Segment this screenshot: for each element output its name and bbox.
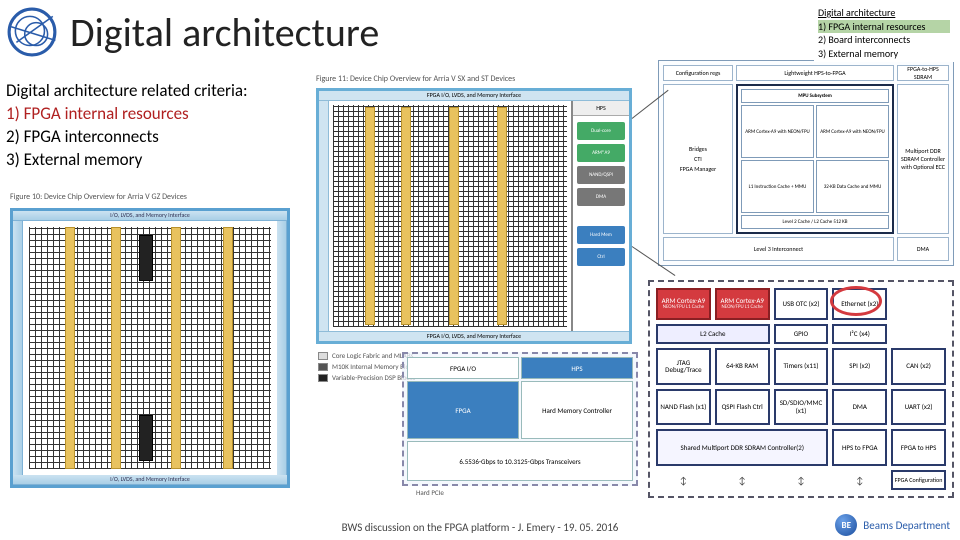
- mpu-l1d: 32-KB Data Cache and MMU: [816, 160, 889, 213]
- criteria-item-3: 3) External memory: [6, 149, 248, 172]
- hps-ram64: 64-KB RAM: [715, 348, 770, 385]
- hps-blk-6: Ctrl: [577, 248, 625, 266]
- toc-item-1: 1) FPGA internal resources: [818, 20, 950, 34]
- mpu-cfg: Configuration regs: [663, 65, 733, 81]
- title-bar: Digital architecture: [6, 6, 954, 58]
- hps-small-fpga-io: FPGA I/O: [407, 357, 519, 379]
- criteria-heading: Digital architecture related criteria:: [6, 80, 248, 103]
- mpu-dma: DMA: [897, 237, 949, 261]
- criteria-item-2: 2) FPGA interconnects: [6, 126, 248, 149]
- fig10-xcvr-right: [277, 221, 287, 475]
- hps-sdsdio: SD/SDIO/MMC (x1): [774, 389, 829, 426]
- hps-small-hps: HPS: [521, 357, 633, 379]
- be-badge-icon: BE: [835, 514, 857, 536]
- fig10-core: [23, 221, 277, 475]
- mpu-l3: Level 3 Interconnect: [663, 237, 894, 261]
- mpu-h2f-lw: Lightweight HPS-to-FPGA: [736, 65, 894, 81]
- hps-spi: SPI (x2): [832, 348, 887, 385]
- hps-usb: USB OTC (x2): [774, 288, 829, 320]
- hps-small-pcie: Hard PCIe: [416, 488, 444, 497]
- fig10-chip-diagram: I/O, LVDS, and Memory Interface I/O, LVD…: [10, 208, 290, 488]
- arrow-icon: ↕: [656, 470, 711, 490]
- hps-cortex-a: ARM Cortex-A9NEON/FPU L1 Cache: [656, 288, 711, 320]
- hps-blk-2: ARM®A9: [577, 144, 625, 162]
- hps-blk-1: Dual-core: [577, 122, 625, 140]
- hps-qspi: QSPI Flash Ctrl: [715, 389, 770, 426]
- hps-dma: DMA: [832, 389, 887, 426]
- hps-timers: Timers (x11): [774, 348, 829, 385]
- hps-small-xcvr: 6.5536-Gbps to 10.3125-Gbps Transceivers: [407, 441, 633, 481]
- hps-blk-3: NAND/QSPI: [577, 166, 625, 184]
- arrow-icon: ↕: [774, 470, 829, 490]
- fig11-io-bottom: FPGA I/O, LVDS, and Memory Interface: [319, 331, 629, 341]
- fig10-xcvr-left: [13, 221, 23, 475]
- hps-callout-small: FPGA I/O HPS FPGA Hard Memory Controller…: [402, 352, 638, 486]
- hps-f2cfg: FPGA Configuration: [891, 470, 946, 490]
- hps-can: CAN (x2): [891, 348, 946, 385]
- be-dept-label: Beams Department: [863, 519, 950, 532]
- hps-smc: Shared Multiport DDR SDRAM Controller(2): [656, 429, 828, 466]
- hps-cortex-b: ARM Cortex-A9NEON/FPU L1 Cache: [715, 288, 770, 320]
- mpu-l1i: L1 Instruction Cache + MMU: [741, 160, 814, 213]
- hps-eth: Ethernet (x2): [832, 288, 887, 320]
- fig11-chip-diagram: FPGA I/O, LVDS, and Memory Interface HPS…: [316, 88, 632, 344]
- mpu-l2: Level 2 Cache / L2 Cache 512 KB: [741, 215, 889, 229]
- fig10-caption: Figure 10: Device Chip Overview for Arri…: [10, 192, 187, 202]
- toc-item-2: 2) Board interconnects: [818, 33, 950, 47]
- hps-gpio: GPIO: [774, 324, 829, 344]
- fig11-caption: Figure 11: Device Chip Overview for Arri…: [316, 74, 515, 84]
- mpu-mport: Multiport DDR SDRAM Controller with Opti…: [897, 84, 949, 234]
- fig11-xcvr-left: [319, 101, 329, 331]
- fig11-hps-column: HPS Dual-core ARM®A9 NAND/QSPI DMA Hard …: [571, 101, 629, 331]
- toc-box: Digital architecture 1) FPGA internal re…: [814, 4, 954, 62]
- toc-item-3: 3) External memory: [818, 47, 950, 61]
- footer-text: BWS discussion on the FPGA platform - J.…: [0, 521, 960, 534]
- toc-title: Digital architecture: [818, 6, 950, 20]
- page-title: Digital architecture: [70, 8, 379, 57]
- fig10-io-bottom: I/O, LVDS, and Memory Interface: [13, 475, 287, 485]
- hps-h2f: HPS to FPGA: [832, 429, 887, 466]
- mpu-f2sdram: FPGA-to-HPS SDRAM: [897, 65, 949, 81]
- criteria-block: Digital architecture related criteria: 1…: [6, 80, 248, 172]
- mpu-mgr: FPGA Manager: [680, 165, 716, 173]
- fig11-hps-title: HPS: [573, 101, 629, 116]
- hps-blk-4: DMA: [577, 188, 625, 206]
- mpu-title: MPU Subsystem: [741, 89, 889, 103]
- hps-big-diagram: Hard Processor System (HPS) ARM Cortex-A…: [648, 280, 954, 498]
- mpu-a9-1: ARM Cortex-A9 with NEON/FPU: [816, 105, 889, 158]
- fig11-core: [329, 101, 571, 331]
- mpu-diagram: Configuration regs Lightweight HPS-to-FP…: [658, 60, 954, 266]
- mpu-cti: CTI: [694, 155, 702, 163]
- arrow-icon: ↕: [715, 470, 770, 490]
- cern-logo-icon: [6, 6, 58, 58]
- fig10-io-top: I/O, LVDS, and Memory Interface: [13, 211, 287, 221]
- arrow-icon: ↕: [832, 470, 887, 490]
- hps-nand: NAND Flash (x1): [656, 389, 711, 426]
- mpu-a9-0: ARM Cortex-A9 with NEON/FPU: [741, 105, 814, 158]
- hps-blk-5: Hard Mem: [577, 226, 625, 244]
- hps-uart: UART (x2): [891, 389, 946, 426]
- mpu-bridges: Bridges: [689, 145, 707, 153]
- hps-small-fpga: FPGA: [407, 381, 519, 439]
- hps-jtag: JTAG Debug/Trace: [656, 348, 711, 385]
- fig11-io-top: FPGA I/O, LVDS, and Memory Interface: [319, 91, 629, 101]
- hps-l2: L2 Cache: [656, 324, 770, 344]
- hps-small-hmc: Hard Memory Controller: [521, 381, 633, 439]
- criteria-item-1: 1) FPGA internal resources: [6, 103, 248, 126]
- beams-dept-logo: BE Beams Department: [835, 514, 950, 536]
- hps-f2h: FPGA to HPS: [891, 429, 946, 466]
- hps-i2c: I²C (x4): [832, 324, 887, 344]
